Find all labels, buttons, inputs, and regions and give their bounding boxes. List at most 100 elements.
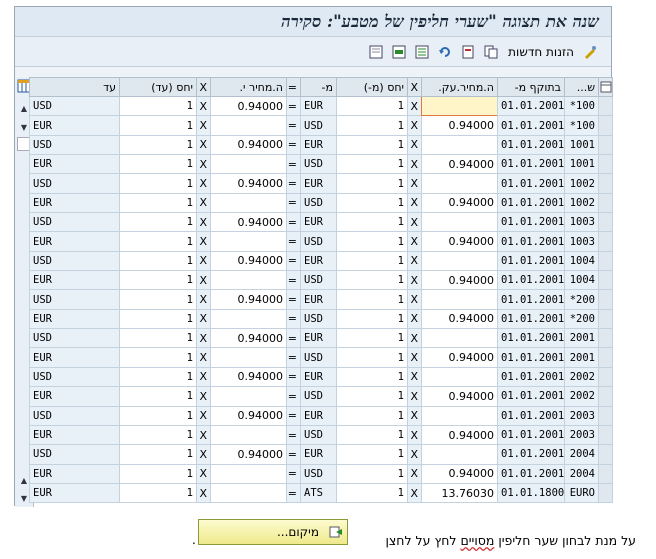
col-valid-from-header[interactable]: בתוקף מ- [497, 77, 565, 97]
col-ratio-from-cell[interactable]: 1 [336, 405, 408, 426]
table-row[interactable]: *100 01.01.2001 0.94000 X 1 USD = X 1 EUR [29, 115, 613, 136]
table-row[interactable]: EURO 01.01.1800 13.76030 X 1 ATS = X 1 EUR [29, 482, 613, 504]
col-indirect-rate-cell[interactable] [421, 405, 498, 426]
row-selector[interactable] [598, 424, 613, 446]
col-direct-rate-cell[interactable] [210, 115, 287, 136]
row-selector[interactable] [598, 366, 613, 388]
col-ratio-from-header[interactable]: יחס (מ-) [336, 77, 408, 97]
table-row[interactable]: 1002 01.01.2001 0.94000 X 1 USD = X 1 EUR [29, 192, 613, 214]
select-all-rows-cell[interactable] [598, 77, 613, 97]
col-ratio-from-cell[interactable]: 1 [336, 444, 408, 465]
row-selector[interactable] [598, 173, 613, 194]
col-ratio-from-cell[interactable]: 1 [336, 270, 408, 291]
col-direct-rate-cell[interactable] [210, 386, 287, 407]
col-indirect-rate-cell[interactable] [421, 250, 498, 272]
col-ratio-to-cell[interactable]: 1 [119, 386, 197, 407]
col-direct-rate-cell[interactable]: 0.94000 [210, 212, 287, 233]
col-ratio-from-cell[interactable]: 1 [336, 308, 408, 330]
table-row[interactable]: 2001 01.01.2001 X 1 EUR = 0.94000 X 1 USD [29, 328, 613, 349]
table-row[interactable]: 1001 01.01.2001 0.94000 X 1 USD = X 1 EUR [29, 154, 613, 175]
col-direct-rate-cell[interactable]: 0.94000 [210, 289, 287, 310]
col-ratio-to-header[interactable]: יחס (עד) [119, 77, 197, 97]
col-direct-rate-cell[interactable]: 0.94000 [210, 328, 287, 349]
col-ratio-to-cell[interactable]: 1 [119, 289, 197, 310]
table-row[interactable]: 2004 01.01.2001 X 1 EUR = 0.94000 X 1 USD [29, 444, 613, 465]
col-ratio-from-cell[interactable]: 1 [336, 250, 408, 272]
col-direct-rate-cell[interactable] [210, 270, 287, 291]
row-selector[interactable] [598, 463, 613, 484]
col-direct-rate-cell[interactable] [210, 231, 287, 252]
col-ratio-to-cell[interactable]: 1 [119, 173, 197, 194]
col-ratio-from-cell[interactable]: 1 [336, 482, 408, 504]
col-direct-rate-cell[interactable] [210, 308, 287, 330]
col-indirect-rate-cell[interactable] [421, 173, 498, 194]
col-indirect-rate-cell[interactable]: 13.76030 [421, 482, 498, 504]
row-selector[interactable] [598, 347, 613, 368]
undo-icon[interactable] [438, 45, 452, 59]
col-indirect-rate-cell[interactable]: 0.94000 [421, 386, 498, 407]
col-direct-rate-header[interactable]: ה.מחיר י. [210, 77, 287, 97]
col-ratio-from-cell[interactable]: 1 [336, 173, 408, 194]
copy-icon[interactable] [484, 45, 498, 59]
row-selector[interactable] [598, 212, 613, 233]
col-equals-header[interactable]: = [286, 77, 301, 97]
delete-icon[interactable] [461, 45, 475, 59]
row-selector[interactable] [598, 308, 613, 330]
col-ratio-from-cell[interactable]: 1 [336, 212, 408, 233]
col-indirect-rate-cell[interactable] [421, 289, 498, 310]
col-indirect-rate-cell[interactable]: 0.94000 [421, 463, 498, 484]
row-selector[interactable] [598, 192, 613, 214]
table-row[interactable]: 2004 01.01.2001 0.94000 X 1 USD = X 1 EUR [29, 463, 613, 484]
row-selector[interactable] [598, 386, 613, 407]
table-row[interactable]: 1002 01.01.2001 X 1 EUR = 0.94000 X 1 USD [29, 173, 613, 194]
col-ratio-to-cell[interactable]: 1 [119, 154, 197, 175]
col-ratio-from-cell[interactable]: 1 [336, 347, 408, 368]
row-selector[interactable] [598, 154, 613, 175]
table-row[interactable]: 1004 01.01.2001 X 1 EUR = 0.94000 X 1 USD [29, 250, 613, 272]
col-direct-rate-cell[interactable] [210, 192, 287, 214]
col-x-from-header[interactable]: X [407, 77, 422, 97]
col-from-currency-header[interactable]: מ- [300, 77, 337, 97]
col-ratio-to-cell[interactable]: 1 [119, 366, 197, 388]
row-selector[interactable] [598, 270, 613, 291]
col-direct-rate-cell[interactable]: 0.94000 [210, 444, 287, 465]
col-ratio-to-cell[interactable]: 1 [119, 231, 197, 252]
col-ratio-from-cell[interactable]: 1 [336, 134, 408, 156]
col-indirect-rate-cell[interactable] [421, 212, 498, 233]
col-currency-type-header[interactable]: ש... [564, 77, 599, 97]
table-row[interactable]: 2003 01.01.2001 X 1 EUR = 0.94000 X 1 USD [29, 405, 613, 426]
col-ratio-from-cell[interactable]: 1 [336, 154, 408, 175]
row-selector[interactable] [598, 250, 613, 272]
select-block-icon[interactable] [392, 45, 406, 59]
col-indirect-rate-cell[interactable]: 0.94000 [421, 192, 498, 214]
col-indirect-rate-cell[interactable]: 0.94000 [421, 154, 498, 175]
table-row[interactable]: 1003 01.01.2001 0.94000 X 1 USD = X 1 EUR [29, 231, 613, 252]
col-indirect-rate-cell[interactable] [421, 134, 498, 156]
table-row[interactable]: 2002 01.01.2001 0.94000 X 1 USD = X 1 EUR [29, 386, 613, 407]
col-direct-rate-cell[interactable] [210, 154, 287, 175]
table-row[interactable]: 2001 01.01.2001 0.94000 X 1 USD = X 1 EUR [29, 347, 613, 368]
col-indirect-rate-cell[interactable] [421, 95, 498, 117]
row-selector[interactable] [598, 115, 613, 136]
col-ratio-from-cell[interactable]: 1 [336, 366, 408, 388]
row-selector[interactable] [598, 444, 613, 465]
col-ratio-from-cell[interactable]: 1 [336, 289, 408, 310]
col-ratio-from-cell[interactable]: 1 [336, 463, 408, 484]
row-selector[interactable] [598, 405, 613, 426]
col-ratio-from-cell[interactable]: 1 [336, 386, 408, 407]
row-selector[interactable] [598, 231, 613, 252]
col-ratio-to-cell[interactable]: 1 [119, 347, 197, 368]
position-button[interactable]: מיקום... [198, 519, 348, 545]
col-ratio-from-cell[interactable]: 1 [336, 192, 408, 214]
table-row[interactable]: *200 01.01.2001 0.94000 X 1 USD = X 1 EUR [29, 308, 613, 330]
col-direct-rate-cell[interactable]: 0.94000 [210, 250, 287, 272]
row-selector[interactable] [598, 482, 613, 504]
col-ratio-to-cell[interactable]: 1 [119, 250, 197, 272]
col-direct-rate-cell[interactable] [210, 463, 287, 484]
display-change-icon[interactable] [583, 45, 597, 59]
col-ratio-from-cell[interactable]: 1 [336, 424, 408, 446]
col-direct-rate-cell[interactable] [210, 424, 287, 446]
row-selector[interactable] [598, 328, 613, 349]
col-to-currency-header[interactable]: עד [29, 77, 120, 97]
col-ratio-from-cell[interactable]: 1 [336, 231, 408, 252]
